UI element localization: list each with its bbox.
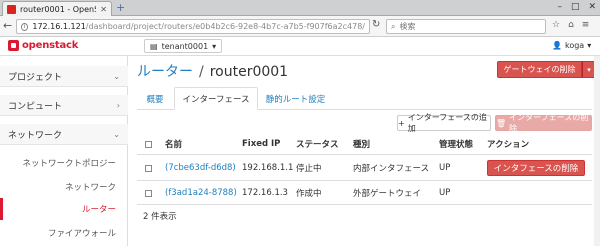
gateway-delete-group: ゲートウェイの削除 ▾ (497, 61, 596, 78)
column-header-status[interactable]: ステータス (296, 134, 339, 154)
page-title: ルーター / router0001 (137, 61, 288, 81)
delete-interfaces-label: インターフェースの削除 (509, 113, 589, 133)
minimize-icon[interactable]: – (557, 2, 562, 12)
status-cell: 作成中 (296, 189, 322, 199)
project-name: tenant0001 (161, 41, 209, 51)
menu-icon[interactable]: ≡ (582, 20, 590, 30)
project-icon: ▤ (150, 41, 158, 51)
chevron-down-icon: ⌄ (113, 129, 120, 139)
breadcrumb-routers[interactable]: ルーター (137, 64, 193, 80)
openstack-logo[interactable]: openstack (8, 40, 78, 51)
close-window-icon[interactable]: ✕ (588, 2, 596, 12)
chevron-right-icon: › (116, 100, 120, 110)
app-header (0, 37, 600, 56)
row-checkbox[interactable] (145, 182, 152, 204)
table-divider (137, 154, 592, 155)
type-cell: 外部ゲートウェイ (353, 189, 422, 199)
reload-icon[interactable]: ↻ (372, 19, 380, 30)
maximize-icon[interactable]: □ (571, 2, 580, 12)
router-name: router0001 (209, 64, 289, 80)
interfaces-table: 名前 Fixed IP ステータス 種別 管理状態 アクション (7cbe63d… (137, 134, 592, 205)
trash-icon: 🗑 (496, 118, 507, 128)
user-menu[interactable]: 👤 koga ▾ (552, 41, 591, 50)
fixed-ip-cell: 192.168.1.1 (242, 163, 294, 173)
add-interface-button[interactable]: + インターフェースの追加 (397, 113, 491, 133)
chevron-down-icon: ▾ (212, 41, 217, 51)
sidebar-item-label: ルーター (81, 205, 116, 215)
add-interface-label: インターフェースの追加 (407, 113, 487, 133)
project-selector[interactable]: ▤ tenant0001 ▾ (144, 39, 223, 53)
sidebar-section-label: ネットワーク (8, 130, 63, 141)
tab-overview[interactable]: 概要 (137, 87, 173, 110)
browser-toolbar-icons: ☆ ⌂ ≡ (552, 20, 589, 30)
browser-tab[interactable]: router0001 - OpenSt... ✕ (2, 1, 112, 16)
plus-icon: + (398, 118, 405, 128)
url-path: /dashboard/project/routers/e0b4b2c6-92e8… (85, 22, 365, 31)
type-cell: 内部インタフェース (353, 164, 430, 174)
new-tab-icon[interactable]: + (116, 2, 125, 14)
interface-name-link[interactable]: (7cbe63df-d6d8) (165, 157, 236, 179)
sidebar-item-networks[interactable]: ネットワーク (0, 176, 128, 198)
sidebar-section-label: コンピュート (8, 101, 63, 112)
home-icon[interactable]: ⌂ (568, 20, 574, 30)
clear-gateway-button[interactable]: ゲートウェイの削除 (497, 61, 582, 78)
column-header-name[interactable]: 名前 (165, 134, 182, 154)
tab-interfaces[interactable]: インターフェース (174, 87, 258, 110)
column-header-admin-state[interactable]: 管理状態 (439, 134, 473, 154)
close-tab-icon[interactable]: ✕ (100, 5, 107, 14)
bookmark-star-icon[interactable]: ☆ (552, 20, 560, 30)
column-header-type[interactable]: 種別 (353, 134, 370, 154)
delete-interface-button[interactable]: インタフェースの削除 (487, 160, 585, 176)
sidebar-section-network[interactable]: ネットワーク ⌄ (0, 124, 128, 145)
user-icon: 👤 (552, 41, 562, 50)
table-divider (137, 180, 592, 181)
user-name: koga (564, 41, 585, 50)
site-info-icon[interactable]: i (21, 22, 29, 31)
delete-interfaces-button[interactable]: 🗑 インターフェースの削除 (495, 113, 592, 133)
sidebar-item-routers[interactable]: ルーター (0, 198, 128, 220)
admin-state-cell: UP (439, 163, 451, 173)
chevron-down-icon: ▾ (587, 41, 592, 50)
url-host: 172.16.1.121 (32, 22, 86, 31)
back-icon[interactable]: ← (3, 19, 12, 32)
openstack-logo-icon (8, 40, 19, 51)
window-controls: – □ ✕ (557, 2, 596, 12)
fixed-ip-cell: 172.16.1.3 (242, 188, 288, 198)
admin-state-cell: UP (439, 188, 451, 198)
sidebar-section-label: プロジェクト (8, 72, 63, 83)
chevron-down-icon: ⌄ (113, 71, 120, 81)
row-checkbox[interactable] (145, 157, 152, 179)
column-header-actions: アクション (487, 140, 530, 150)
sidebar: プロジェクト ⌄ コンピュート › ネットワーク ⌄ ネットワークトポロジー ネ… (0, 56, 128, 246)
interface-name-link[interactable]: (f3ad1a24-8788) (165, 182, 237, 204)
sidebar-item-label: ネットワーク (64, 183, 116, 193)
url-bar[interactable]: i 172.16.1.121/dashboard/project/routers… (16, 19, 370, 34)
sidebar-section-project[interactable]: プロジェクト ⌄ (0, 66, 128, 87)
logo-text: openstack (22, 40, 79, 51)
vertical-scrollbar[interactable] (594, 56, 600, 246)
sidebar-item-network-topology[interactable]: ネットワークトポロジー (0, 152, 128, 174)
tab-static-routes[interactable]: 静的ルート設定 (259, 87, 332, 110)
sidebar-section-compute[interactable]: コンピュート › (0, 95, 128, 116)
favicon-icon (7, 4, 16, 14)
item-count: 2 件表示 (143, 212, 177, 222)
search-input[interactable]: ⌕ 検索 (386, 19, 546, 34)
table-divider (137, 204, 592, 205)
sidebar-item-firewall[interactable]: ファイアウォール (0, 222, 128, 244)
tab-bar: 概要 インターフェース 静的ルート設定 (137, 87, 592, 110)
breadcrumb-separator: / (199, 64, 204, 80)
select-all-checkbox[interactable] (145, 134, 152, 154)
search-icon: ⌕ (391, 21, 396, 31)
column-header-fixed-ip[interactable]: Fixed IP (242, 134, 280, 154)
sidebar-item-label: ファイアウォール (47, 229, 116, 239)
sidebar-item-label: ネットワークトポロジー (22, 159, 116, 169)
search-placeholder: 検索 (399, 22, 416, 31)
browser-tab-title: router0001 - OpenSt... (20, 4, 96, 14)
status-cell: 停止中 (296, 164, 322, 174)
